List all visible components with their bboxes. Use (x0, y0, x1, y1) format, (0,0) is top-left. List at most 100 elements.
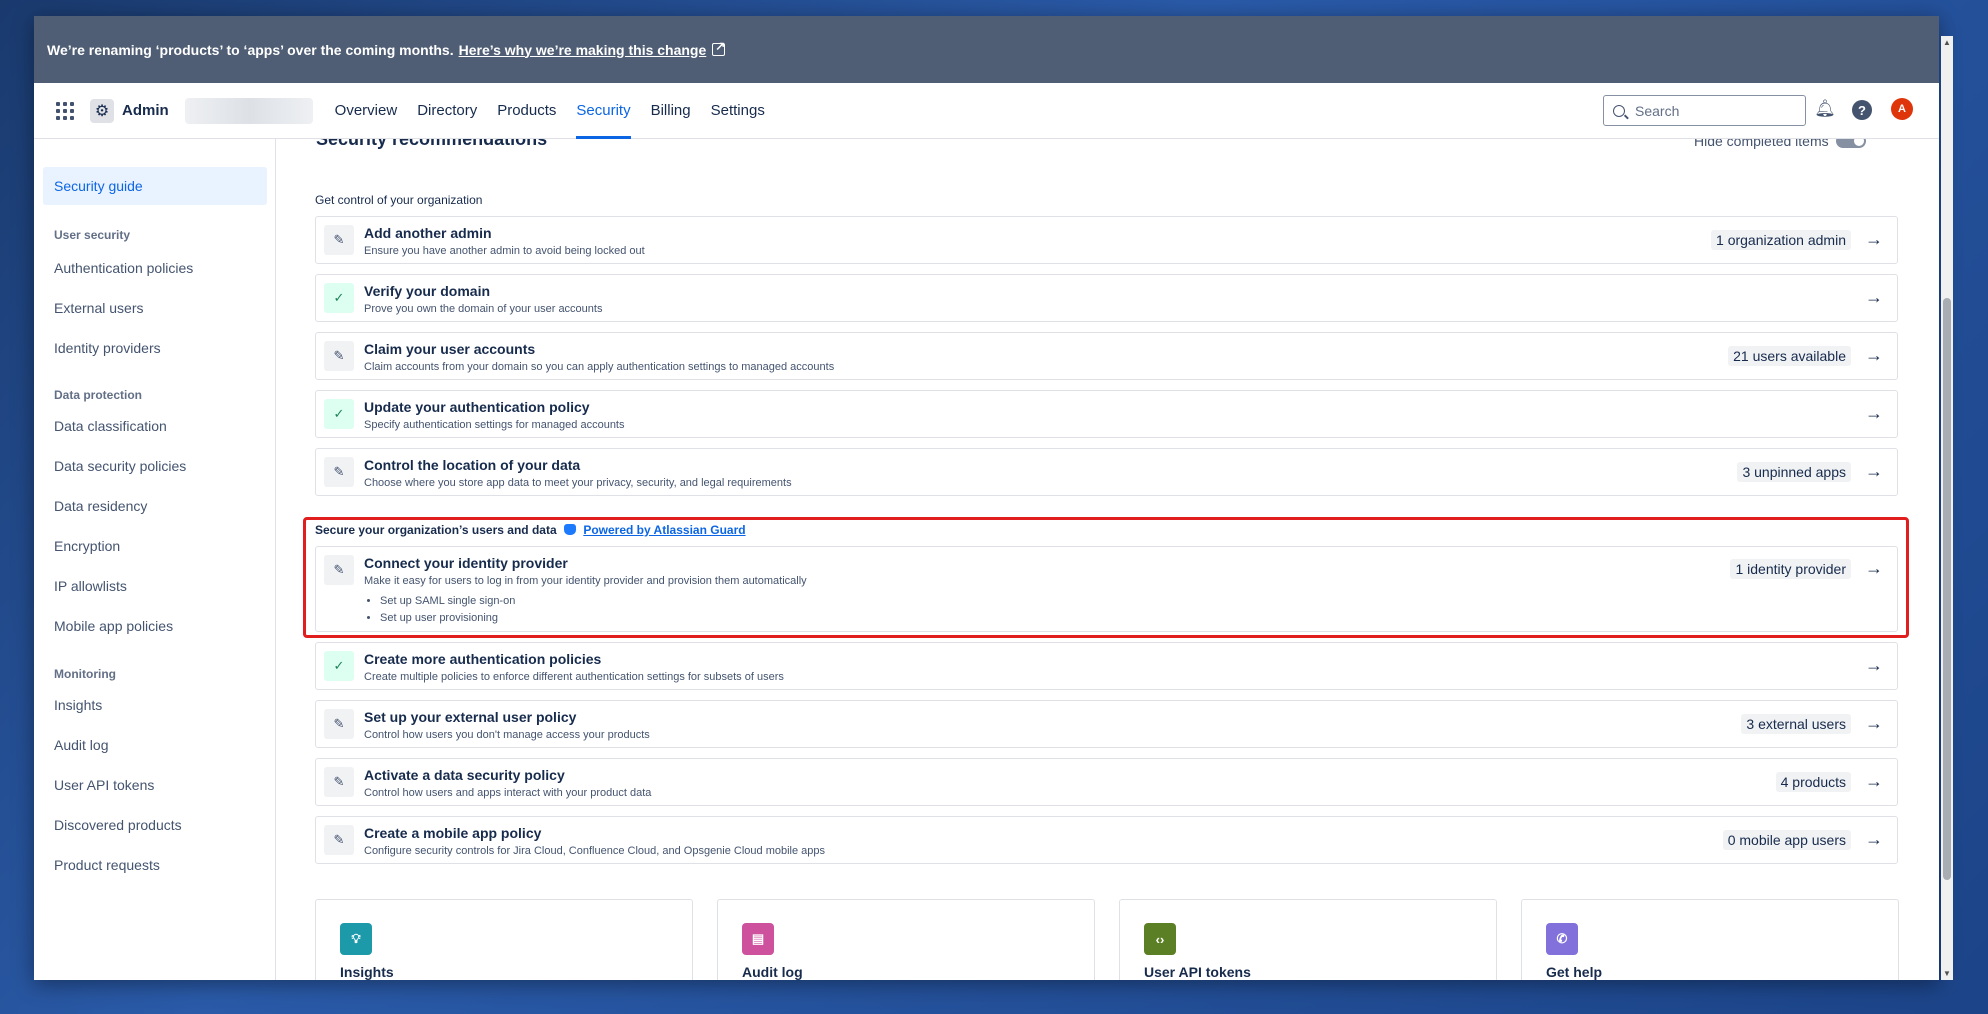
recommendation-row[interactable]: ✎ Add another admin Ensure you have anot… (315, 216, 1898, 264)
search-placeholder: Search (1635, 102, 1680, 119)
scroll-down-icon[interactable]: ▼ (1942, 969, 1952, 978)
arrow-right-icon[interactable]: → (1863, 770, 1885, 792)
card-title: Get help (1546, 964, 1603, 980)
group-title-text: Get control of your organization (315, 193, 483, 207)
card-title: Insights (340, 964, 394, 980)
identity-provider-row[interactable]: ✎ Connect your identity provider Make it… (315, 546, 1898, 632)
row-badge: 3 unpinned apps (1737, 462, 1851, 482)
sidebar-item-discovered-products[interactable]: Discovered products (43, 806, 267, 844)
arrow-right-icon[interactable]: → (1863, 828, 1885, 850)
recommendation-row[interactable]: ✎ Claim your user accounts Claim account… (315, 332, 1898, 380)
scroll-thumb[interactable] (1943, 298, 1951, 880)
row-badge: 1 organization admin (1711, 230, 1851, 250)
avatar[interactable]: A (1891, 98, 1913, 120)
sidebar-item-data-residency[interactable]: Data residency (43, 487, 267, 525)
search-icon (1613, 104, 1625, 117)
lightbulb-icon: 💡︎ (340, 923, 372, 955)
row-bullets: Set up SAML single sign-on Set up user p… (380, 595, 515, 629)
pencil-icon: ✎ (324, 825, 354, 855)
arrow-right-icon[interactable]: → (1863, 460, 1885, 482)
arrow-right-icon[interactable]: → (1863, 557, 1885, 579)
hide-completed-label: Hide completed items (1694, 139, 1829, 149)
group-title-guard: Secure your organization’s users and dat… (315, 523, 746, 537)
check-icon: ✓ (324, 399, 354, 429)
pencil-icon: ✎ (324, 709, 354, 739)
main-content: Security recommendations Hide completed … (277, 139, 1939, 980)
row-title: Add another admin (364, 225, 492, 241)
check-icon: ✓ (324, 651, 354, 681)
tab-security[interactable]: Security (566, 83, 640, 139)
row-description: Ensure you have another admin to avoid b… (364, 245, 645, 257)
arrow-right-icon[interactable]: → (1863, 286, 1885, 308)
tab-products[interactable]: Products (487, 83, 566, 139)
browser-window: We’re renaming ‘products’ to ‘apps’ over… (34, 16, 1939, 980)
sidebar-item-data-security-policies[interactable]: Data security policies (43, 447, 267, 485)
help-icon[interactable]: ? (1852, 100, 1872, 120)
main-tabs: Overview Directory Products Security Bil… (325, 83, 775, 139)
recommendation-row[interactable]: ✎ Activate a data security policy Contro… (315, 758, 1898, 806)
tab-settings[interactable]: Settings (701, 83, 775, 139)
recommendation-row[interactable]: ✓ Verify your domain Prove you own the d… (315, 274, 1898, 322)
sidebar-item-security-guide[interactable]: Security guide (43, 167, 267, 205)
row-description: Make it easy for users to log in from yo… (364, 575, 807, 587)
arrow-right-icon[interactable]: → (1863, 654, 1885, 676)
tab-billing[interactable]: Billing (641, 83, 701, 139)
app-switcher-icon[interactable] (56, 101, 74, 120)
sidebar-item-ip-allowlists[interactable]: IP allowlists (43, 567, 267, 605)
sidebar-item-encryption[interactable]: Encryption (43, 527, 267, 565)
arrow-right-icon[interactable]: → (1863, 344, 1885, 366)
recommendation-row[interactable]: ✓ Update your authentication policy Spec… (315, 390, 1898, 438)
card-user-api-tokens[interactable]: ‹› User API tokens (1119, 899, 1497, 980)
row-description: Claim accounts from your domain so you c… (364, 361, 835, 373)
check-icon: ✓ (324, 283, 354, 313)
card-insights[interactable]: 💡︎ Insights (315, 899, 693, 980)
sidebar-item-user-api-tokens[interactable]: User API tokens (43, 766, 267, 804)
row-description: Control how users you don't manage acces… (364, 729, 650, 741)
sidebar-item-mobile-app-policies[interactable]: Mobile app policies (43, 607, 267, 645)
sidebar-item-insights[interactable]: Insights (43, 686, 267, 724)
scroll-up-icon[interactable]: ▲ (1942, 38, 1952, 47)
search-input[interactable]: Search (1603, 95, 1806, 126)
row-title: Control the location of your data (364, 457, 581, 473)
scrollbar[interactable]: ▲ ▼ (1941, 36, 1953, 980)
recommendation-row[interactable]: ✎ Control the location of your data Choo… (315, 448, 1898, 496)
banner-text: We’re renaming ‘products’ to ‘apps’ over… (47, 41, 454, 58)
banner-link[interactable]: Here’s why we’re making this change (459, 42, 707, 58)
row-title: Update your authentication policy (364, 399, 590, 415)
pencil-icon: ✎ (324, 767, 354, 797)
sidebar-item-identity-providers[interactable]: Identity providers (43, 329, 267, 367)
recommendation-row[interactable]: ✓ Create more authentication policies Cr… (315, 642, 1898, 690)
sidebar-item-external-users[interactable]: External users (43, 289, 267, 327)
card-get-help[interactable]: ✆ Get help (1521, 899, 1899, 980)
row-badge: 3 external users (1741, 714, 1851, 734)
card-audit-log[interactable]: ▤ Audit log (717, 899, 1095, 980)
arrow-right-icon[interactable]: → (1863, 402, 1885, 424)
sidebar-item-product-requests[interactable]: Product requests (43, 846, 267, 884)
tab-overview[interactable]: Overview (325, 83, 408, 139)
guard-link[interactable]: Powered by Atlassian Guard (583, 523, 745, 537)
arrow-right-icon[interactable]: → (1863, 228, 1885, 250)
sidebar-heading-data-protection: Data protection (54, 388, 143, 402)
hide-completed-toggle[interactable]: Hide completed items (1694, 139, 1866, 149)
pencil-icon: ✎ (324, 457, 354, 487)
gear-icon: ⚙ (90, 98, 114, 123)
row-description: Prove you own the domain of your user ac… (364, 303, 603, 315)
sidebar-item-data-classification[interactable]: Data classification (43, 407, 267, 445)
row-title: Connect your identity provider (364, 555, 568, 571)
tab-directory[interactable]: Directory (407, 83, 487, 139)
recommendation-row[interactable]: ✎ Set up your external user policy Contr… (315, 700, 1898, 748)
row-description: Configure security controls for Jira Clo… (364, 845, 826, 857)
notification-icon[interactable]: 🔔︎ (1814, 98, 1836, 120)
top-navigation: ⚙ Admin Overview Directory Products Secu… (34, 83, 1939, 139)
row-badge: 21 users available (1728, 346, 1851, 366)
recommendation-row[interactable]: ✎ Create a mobile app policy Configure s… (315, 816, 1898, 864)
sidebar-item-audit-log[interactable]: Audit log (43, 726, 267, 764)
sidebar-item-authentication-policies[interactable]: Authentication policies (43, 249, 267, 287)
rename-banner: We’re renaming ‘products’ to ‘apps’ over… (34, 16, 1939, 83)
arrow-right-icon[interactable]: → (1863, 712, 1885, 734)
admin-label[interactable]: Admin (122, 102, 169, 119)
pencil-icon: ✎ (324, 225, 354, 255)
toggle-switch[interactable] (1835, 139, 1866, 148)
sidebar-heading-monitoring: Monitoring (54, 667, 116, 681)
org-switcher[interactable] (184, 97, 313, 124)
